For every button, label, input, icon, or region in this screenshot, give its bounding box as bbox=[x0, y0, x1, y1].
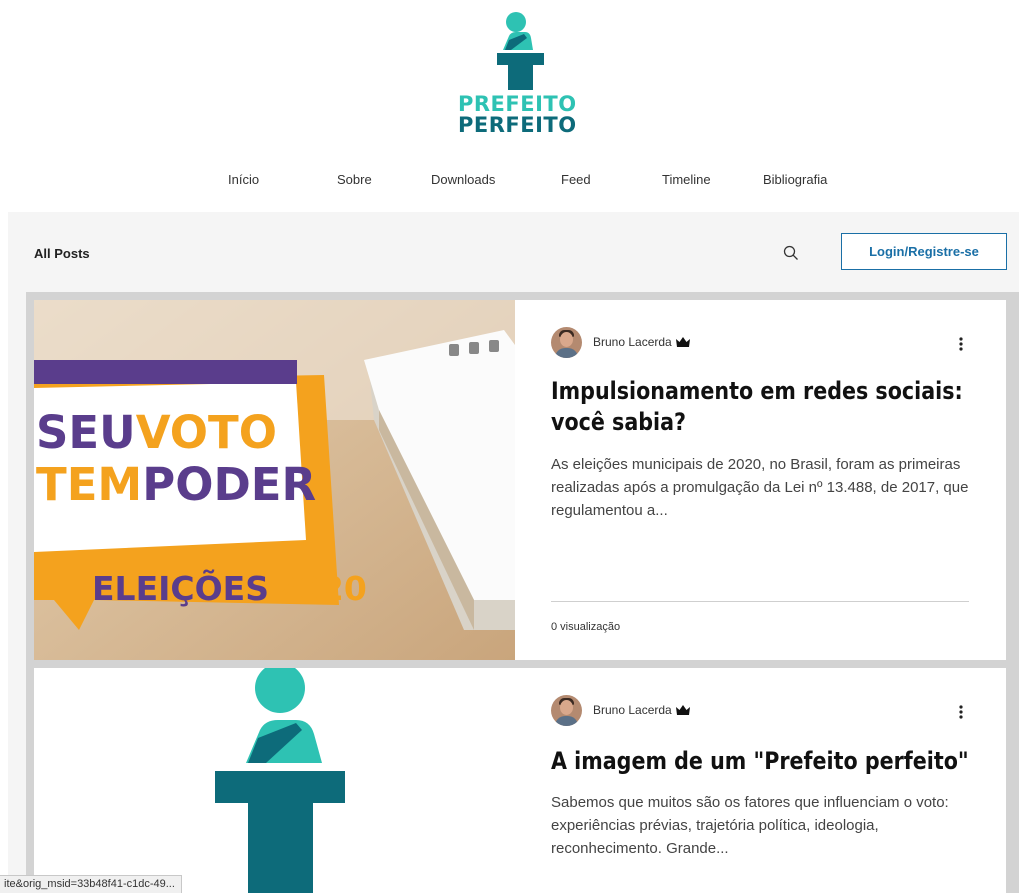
more-options-icon[interactable] bbox=[956, 704, 966, 720]
post-excerpt: As eleições municipais de 2020, no Brasi… bbox=[551, 456, 969, 519]
cover-text-seu-voto: SEUVOTO bbox=[36, 406, 277, 459]
post-title[interactable]: A imagem de um "Prefeito perfeito" bbox=[551, 746, 971, 777]
nav-item-feed[interactable]: Feed bbox=[561, 172, 591, 187]
podium-person-icon bbox=[34, 668, 515, 893]
post-body: Bruno Lacerda A imagem de um "Prefeito p… bbox=[551, 668, 971, 893]
logo-line-2: PERFEITO bbox=[458, 113, 577, 137]
all-posts-link[interactable]: All Posts bbox=[34, 246, 90, 261]
main-nav: Início Sobre Downloads Feed Timeline Bib… bbox=[0, 172, 1019, 192]
nav-item-bibliografia[interactable]: Bibliografia bbox=[763, 172, 827, 187]
site-logo[interactable]: PREFEITO PERFEITO bbox=[440, 12, 590, 152]
blog-header-bar: All Posts Login/Registre-se bbox=[26, 212, 1019, 292]
post-view-count: 0 visualização bbox=[551, 621, 621, 633]
post-author[interactable]: Bruno Lacerda bbox=[551, 326, 690, 358]
post-cover-image[interactable]: SEUVOTO TEMPODER ELEIÇÕES 2020 bbox=[34, 300, 515, 660]
post-cover-image[interactable] bbox=[34, 668, 515, 893]
login-register-button[interactable]: Login/Registre-se bbox=[841, 233, 1007, 270]
cover-text-tem-poder: TEMPODER bbox=[36, 458, 316, 511]
avatar[interactable] bbox=[551, 326, 582, 358]
author-name[interactable]: Bruno Lacerda bbox=[593, 703, 672, 717]
cover-text-eleicoes: ELEIÇÕES 2020 bbox=[92, 568, 367, 608]
cover-word-voto: VOTO bbox=[136, 406, 277, 459]
status-bar-url: ite&orig_msid=33b48f41-c1dc-49... bbox=[0, 875, 182, 893]
avatar[interactable] bbox=[551, 694, 582, 726]
nav-item-downloads[interactable]: Downloads bbox=[431, 172, 495, 187]
nav-item-timeline[interactable]: Timeline bbox=[662, 172, 711, 187]
logo-wordmark: PREFEITO PERFEITO bbox=[458, 94, 577, 136]
logo-line-1: PREFEITO bbox=[458, 92, 577, 116]
post-author[interactable]: Bruno Lacerda bbox=[551, 694, 690, 726]
podium-person-icon bbox=[497, 12, 544, 90]
post-excerpt: Sabemos que muitos são os fatores que in… bbox=[551, 794, 949, 857]
post-card[interactable]: SEUVOTO TEMPODER ELEIÇÕES 2020 Bruno Lace… bbox=[34, 300, 1006, 660]
more-options-icon[interactable] bbox=[956, 336, 966, 352]
cover-word-eleicoes: ELEIÇÕES bbox=[92, 568, 269, 608]
crown-icon bbox=[675, 337, 690, 347]
cover-word-seu: SEU bbox=[36, 406, 136, 459]
election-2020-cover-art: SEUVOTO TEMPODER ELEIÇÕES 2020 bbox=[34, 300, 515, 660]
cover-word-tem: TEM bbox=[36, 458, 142, 511]
cover-word-2020: 2020 bbox=[275, 569, 367, 608]
search-icon[interactable] bbox=[782, 244, 800, 262]
post-card[interactable]: Bruno Lacerda A imagem de um "Prefeito p… bbox=[34, 668, 1006, 893]
nav-item-inicio[interactable]: Início bbox=[228, 172, 259, 187]
post-body: Bruno Lacerda Impulsionamento em redes s… bbox=[551, 300, 971, 660]
author-name[interactable]: Bruno Lacerda bbox=[593, 335, 672, 349]
nav-item-sobre[interactable]: Sobre bbox=[337, 172, 372, 187]
post-title[interactable]: Impulsionamento em redes sociais: você s… bbox=[551, 376, 971, 438]
divider bbox=[551, 601, 969, 602]
blog-section: All Posts Login/Registre-se SEUVOTO TEMP… bbox=[8, 212, 1019, 893]
crown-icon bbox=[675, 705, 690, 715]
cover-word-poder: PODER bbox=[142, 458, 316, 511]
